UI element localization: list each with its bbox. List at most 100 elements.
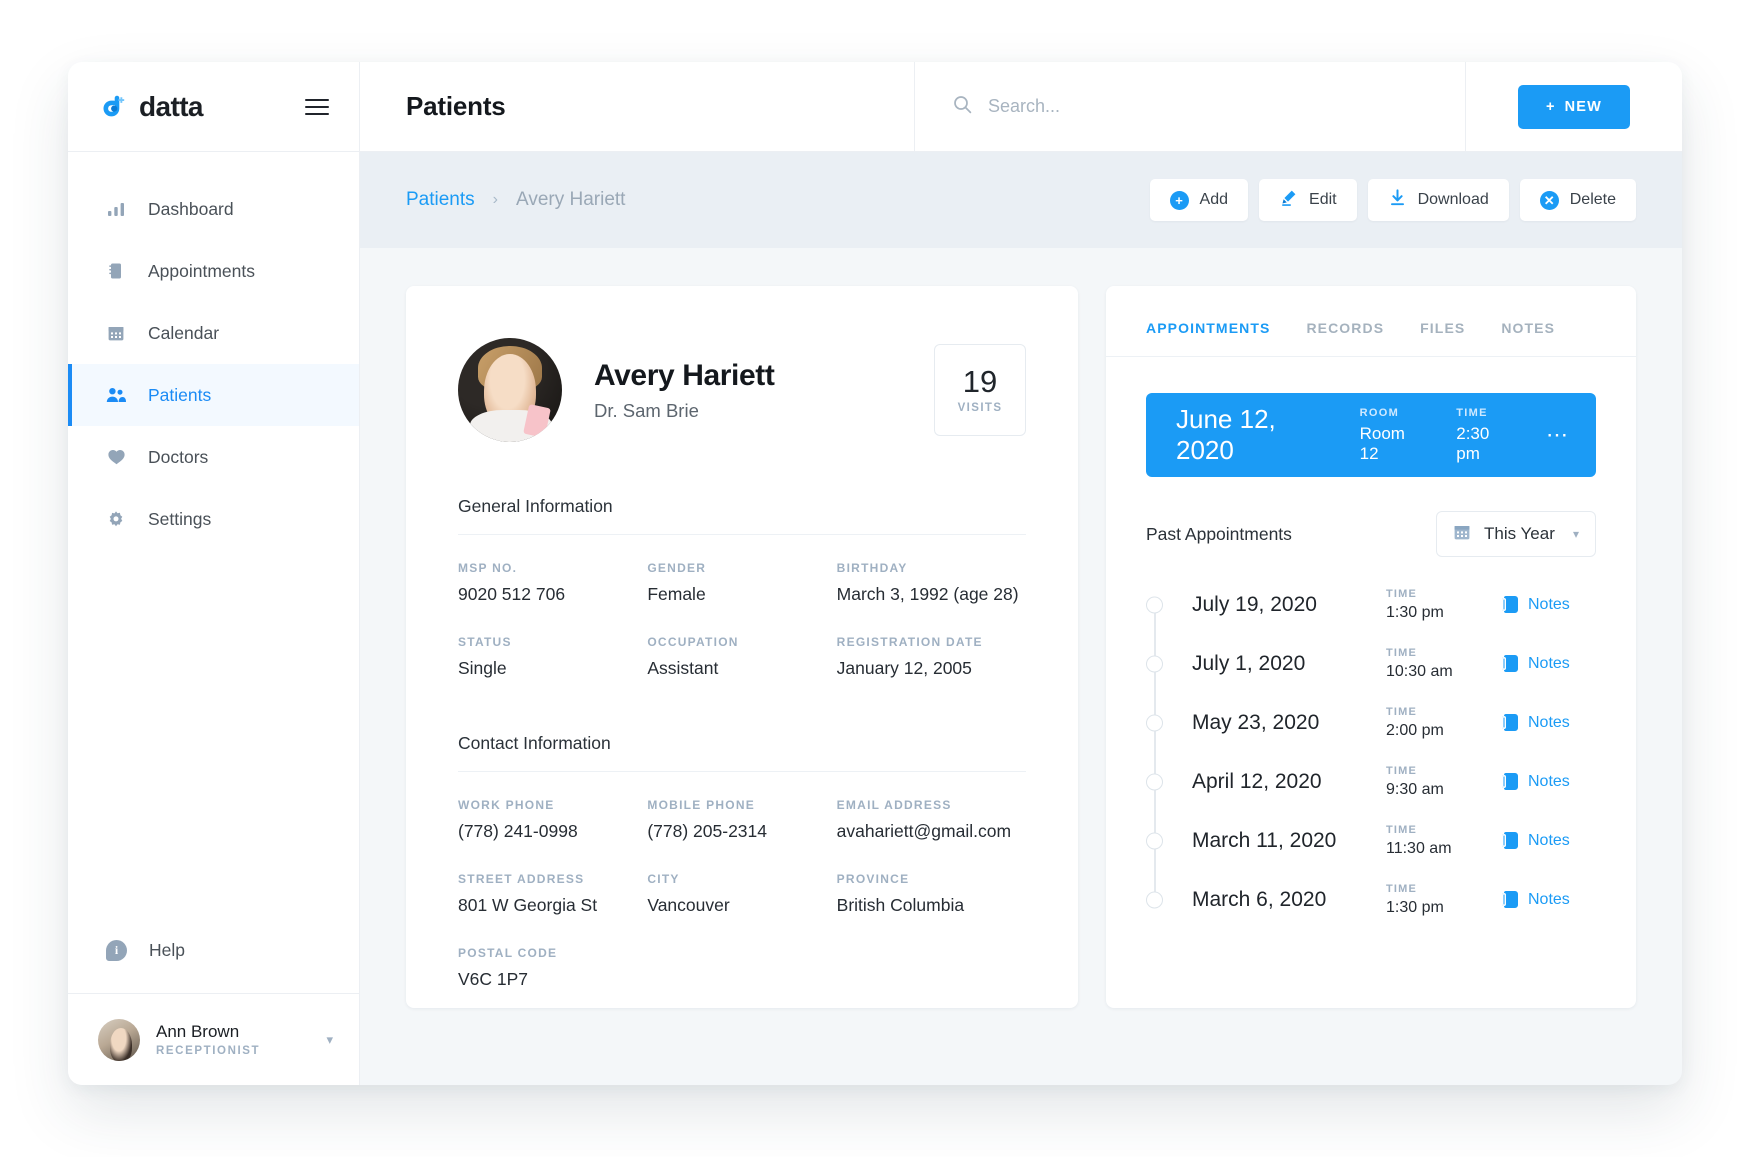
- hamburger-menu-icon[interactable]: [305, 98, 329, 115]
- info-icon: i: [106, 939, 127, 961]
- download-button-label: Download: [1417, 191, 1489, 208]
- list-item[interactable]: May 23, 2020 TIME 2:00 pm Notes: [1146, 693, 1596, 752]
- field-value: Vancouver: [647, 895, 730, 915]
- tab-notes[interactable]: NOTES: [1501, 320, 1555, 356]
- breadcrumb-root[interactable]: Patients: [406, 189, 475, 211]
- timeline-dot-icon: [1146, 596, 1163, 613]
- visits-label: VISITS: [957, 402, 1003, 414]
- field-value: Assistant: [647, 658, 719, 678]
- notes-link[interactable]: Notes: [1502, 654, 1596, 673]
- timeline-dot-icon: [1146, 655, 1163, 672]
- visits-badge: 19 VISITS: [934, 344, 1026, 436]
- sidebar-item-label: Settings: [148, 508, 212, 529]
- field-value: avahariett@gmail.com: [836, 821, 1012, 841]
- sidebar-item-dashboard[interactable]: Dashboard: [68, 178, 359, 240]
- app-window: datta Dashboard Appointments Calendar Pa…: [68, 62, 1682, 1085]
- notes-link[interactable]: Notes: [1502, 890, 1596, 909]
- top-bar: Patients + NEW: [360, 62, 1682, 152]
- add-button[interactable]: + Add: [1149, 179, 1249, 221]
- user-role: RECEPTIONIST: [156, 1045, 261, 1058]
- app-logo[interactable]: datta: [102, 91, 204, 123]
- content-area: Avery Hariett Dr. Sam Brie 19 VISITS Gen…: [360, 248, 1682, 1085]
- edit-button-label: Edit: [1309, 191, 1337, 208]
- sidebar: datta Dashboard Appointments Calendar Pa…: [68, 62, 360, 1085]
- tab-files[interactable]: FILES: [1420, 320, 1465, 356]
- time-value: 2:30 pm: [1456, 423, 1490, 463]
- record-actions: + Add Edit Download ✕ Delete: [1149, 179, 1636, 221]
- field: BIRTHDAY March 3, 1992 (age 28): [837, 561, 1026, 605]
- sidebar-item-patients[interactable]: Patients: [68, 364, 359, 426]
- notes-link[interactable]: Notes: [1502, 773, 1596, 791]
- notebook-icon: [1502, 596, 1518, 613]
- screenshot-root: datta Dashboard Appointments Calendar Pa…: [0, 0, 1749, 1157]
- time-value: 1:30 pm: [1386, 898, 1444, 916]
- sidebar-item-appointments[interactable]: Appointments: [68, 240, 359, 302]
- field: EMAIL ADDRESS avahariett@gmail.com: [837, 798, 1026, 842]
- notes-label: Notes: [1528, 654, 1570, 672]
- notes-label: Notes: [1528, 890, 1570, 908]
- past-appointments-timeline: July 19, 2020 TIME 1:30 pm Notes July 1,…: [1146, 575, 1596, 929]
- notes-link[interactable]: Notes: [1502, 714, 1596, 732]
- search-box[interactable]: [915, 62, 1466, 151]
- sidebar-item-doctors[interactable]: Doctors: [68, 426, 359, 488]
- tab-records[interactable]: RECORDS: [1306, 320, 1384, 356]
- list-item[interactable]: April 12, 2020 TIME 9:30 am Notes: [1146, 752, 1596, 811]
- period-filter-dropdown[interactable]: This Year ▾: [1436, 511, 1596, 557]
- field: POSTAL CODE V6C 1P7: [458, 946, 647, 990]
- field-label: EMAIL ADDRESS: [836, 798, 952, 812]
- download-button[interactable]: Download: [1367, 179, 1509, 221]
- field-value: Single: [458, 658, 507, 678]
- search-icon: [953, 95, 972, 119]
- appointment-time: TIME 1:30 pm: [1386, 588, 1504, 622]
- past-appointments-title: Past Appointments: [1146, 523, 1292, 544]
- breadcrumb: Patients › Avery Hariett: [406, 189, 625, 211]
- patient-header: Avery Hariett Dr. Sam Brie 19 VISITS: [458, 338, 1026, 442]
- download-icon: [1388, 188, 1407, 212]
- visits-count: 19: [962, 364, 998, 399]
- new-button[interactable]: + NEW: [1517, 84, 1631, 129]
- appointment-date: April 12, 2020: [1192, 769, 1322, 793]
- user-info: Ann Brown RECEPTIONIST: [156, 1022, 260, 1057]
- search-input[interactable]: [988, 96, 1398, 117]
- appointment-date: May 23, 2020: [1192, 710, 1320, 734]
- help-button[interactable]: i Help: [68, 907, 359, 993]
- time-value: 1:30 pm: [1386, 603, 1444, 621]
- list-item[interactable]: March 6, 2020 TIME 1:30 pm Notes: [1146, 870, 1596, 929]
- upcoming-time: TIME 2:30 pm: [1456, 407, 1512, 464]
- upcoming-appointment-card[interactable]: June 12, 2020 ROOM Room 12 TIME 2:30 pm …: [1146, 393, 1596, 477]
- upcoming-room: ROOM Room 12: [1360, 407, 1423, 464]
- delete-button[interactable]: ✕ Delete: [1519, 179, 1636, 221]
- tab-appointments[interactable]: APPOINTMENTS: [1146, 320, 1270, 356]
- field-value: (778) 241-0998: [458, 821, 578, 841]
- upcoming-date: June 12, 2020: [1176, 404, 1276, 465]
- user-profile[interactable]: Ann Brown RECEPTIONIST ▾: [68, 993, 359, 1085]
- appointment-date: July 19, 2020: [1192, 592, 1317, 616]
- field: MOBILE PHONE (778) 205-2314: [647, 798, 836, 842]
- time-value: 10:30 am: [1386, 662, 1453, 680]
- field: REGISTRATION DATE January 12, 2005: [837, 635, 1026, 679]
- timeline-dot-icon: [1146, 773, 1163, 790]
- close-circle-icon: ✕: [1539, 190, 1559, 210]
- appointments-panel: APPOINTMENTS RECORDS FILES NOTES June 12…: [1106, 286, 1636, 1008]
- panel-tabs: APPOINTMENTS RECORDS FILES NOTES: [1106, 286, 1636, 357]
- patient-avatar: [458, 338, 562, 442]
- notebook-icon: [1502, 714, 1518, 731]
- patient-identity: Avery Hariett Dr. Sam Brie: [594, 359, 775, 422]
- sidebar-item-calendar[interactable]: Calendar: [68, 302, 359, 364]
- sidebar-item-settings[interactable]: Settings: [68, 488, 359, 550]
- edit-button[interactable]: Edit: [1259, 179, 1357, 221]
- list-item[interactable]: March 11, 2020 TIME 11:30 am Notes: [1146, 811, 1596, 870]
- notes-link[interactable]: Notes: [1502, 832, 1596, 850]
- time-value: 2:00 pm: [1386, 721, 1444, 739]
- room-value: Room 12: [1359, 423, 1405, 463]
- notes-link[interactable]: Notes: [1502, 596, 1596, 614]
- chevron-down-icon[interactable]: ▾: [326, 1032, 333, 1048]
- sidebar-item-label: Calendar: [148, 322, 220, 343]
- field: GENDER Female: [647, 561, 836, 605]
- sidebar-header: datta: [68, 62, 359, 152]
- heart-icon: [106, 447, 126, 467]
- list-item[interactable]: July 1, 2020 TIME 10:30 am Notes: [1146, 634, 1596, 693]
- main-area: Patients + NEW Patients ›: [360, 62, 1682, 1085]
- list-item[interactable]: July 19, 2020 TIME 1:30 pm Notes: [1146, 575, 1596, 634]
- add-button-label: Add: [1199, 191, 1229, 208]
